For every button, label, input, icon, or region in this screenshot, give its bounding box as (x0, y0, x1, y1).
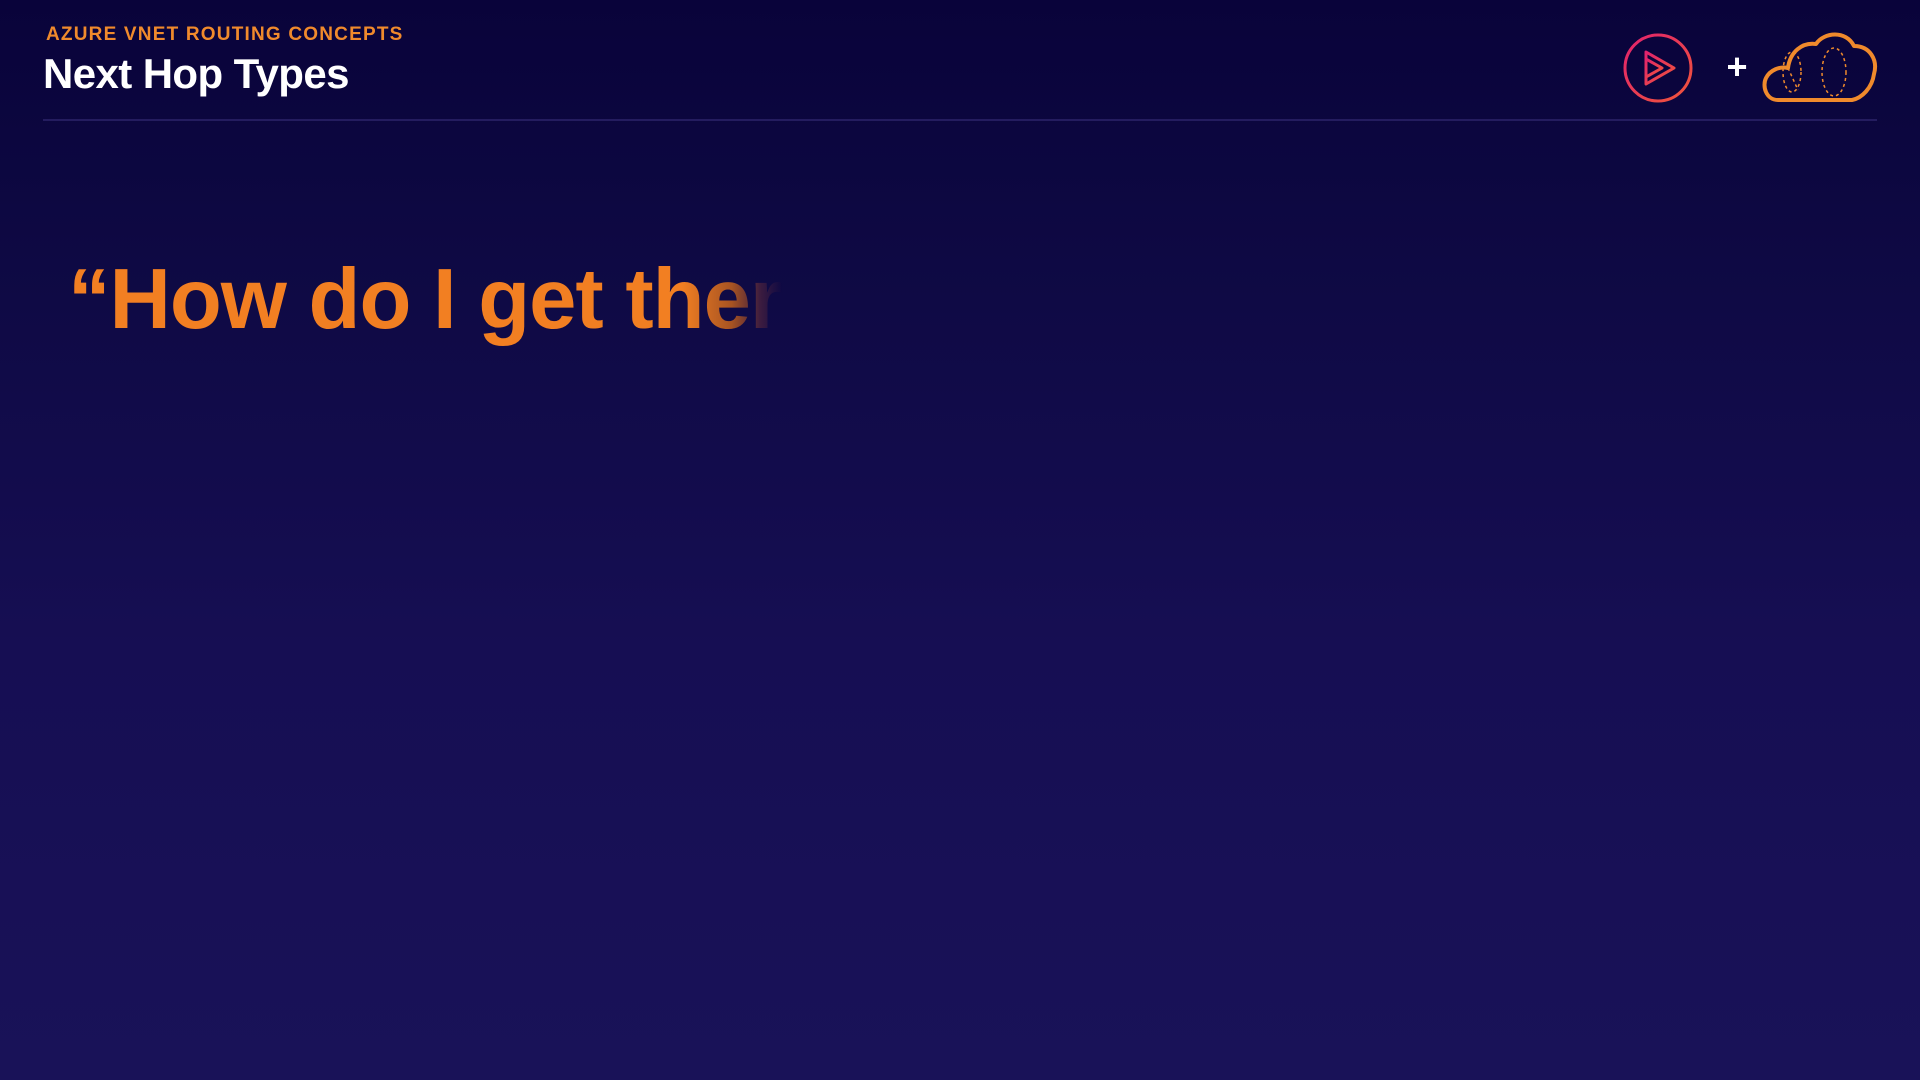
headline-quote: “How do I get ther (68, 245, 783, 355)
header-divider (43, 119, 1877, 121)
slide-title: Next Hop Types (43, 50, 349, 97)
section-kicker: AZURE VNET ROUTING CONCEPTS (46, 24, 404, 45)
plus-icon: + (1726, 46, 1748, 87)
cloud-icon (1762, 32, 1877, 102)
quote-container: “How do I get ther (68, 245, 828, 355)
slide-header: AZURE VNET ROUTING CONCEPTS Next Hop Typ… (43, 24, 1877, 120)
play-triangle-icon (1623, 33, 1693, 103)
brand-logos: + (1622, 28, 1878, 106)
